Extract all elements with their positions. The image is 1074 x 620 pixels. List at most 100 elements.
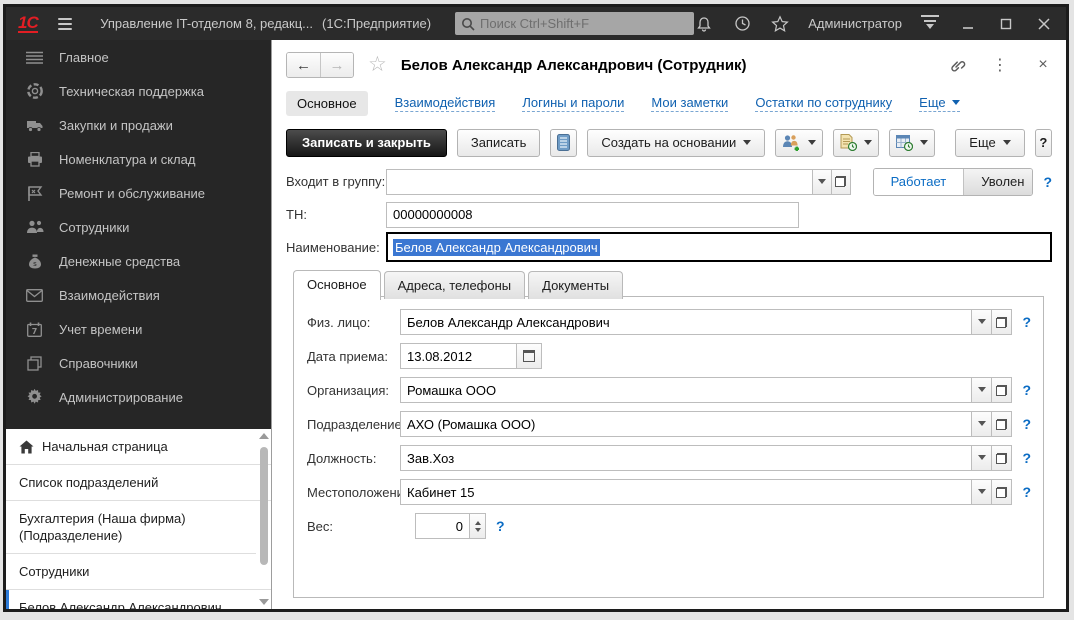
tab-dokumenty[interactable]: Документы [528, 271, 623, 299]
show-in-list-button[interactable] [550, 129, 577, 157]
close-form-icon[interactable]: × [1034, 56, 1052, 74]
position-open-button[interactable] [991, 445, 1012, 471]
save-close-button[interactable]: Записать и закрыть [286, 129, 447, 157]
envelope-icon [25, 286, 44, 304]
help-link[interactable]: ? [1022, 314, 1031, 330]
navlink-ostatki[interactable]: Остатки по сотруднику [755, 95, 892, 112]
help-link[interactable]: ? [496, 518, 505, 534]
organization-input[interactable] [400, 377, 972, 403]
link-icon[interactable] [948, 56, 966, 74]
position-input[interactable] [400, 445, 972, 471]
global-search[interactable] [455, 12, 694, 35]
location-open-button[interactable] [991, 479, 1012, 505]
sidebar-item-tehpodderzhka[interactable]: Техническая поддержка [6, 74, 271, 108]
service-menu-icon[interactable] [920, 15, 940, 33]
scroll-down-icon[interactable] [259, 599, 269, 605]
group-dropdown-button[interactable] [812, 169, 832, 195]
navlink-more[interactable]: Еще [919, 95, 959, 112]
tab-osnovnoe[interactable]: Основное [293, 270, 381, 300]
help-link[interactable]: ? [1022, 450, 1031, 466]
nav-item-sotrudniki[interactable]: Сотрудники [6, 554, 271, 590]
minimize-button[interactable] [958, 14, 978, 34]
sidebar-item-administrirovanie[interactable]: Администрирование [6, 380, 271, 414]
nav-item-belov-active[interactable]: Белов Александр Александрович (Сотрудник… [6, 590, 256, 609]
status-working-button[interactable]: Работает [874, 169, 964, 195]
report-schedule-button[interactable] [889, 129, 935, 157]
create-based-on-button[interactable]: Создать на основании [587, 129, 765, 157]
current-user[interactable]: Администратор [808, 16, 902, 31]
organization-dropdown-button[interactable] [971, 377, 992, 403]
group-input[interactable] [386, 169, 813, 195]
sidebar-item-denezhnye[interactable]: s Денежные средства [6, 244, 271, 278]
help-link[interactable]: ? [1022, 382, 1031, 398]
sidebar-item-glavnoe[interactable]: Главное [6, 40, 271, 74]
search-input[interactable] [480, 16, 688, 31]
navlink-vzaimodeystviya[interactable]: Взаимодействия [395, 95, 496, 112]
maximize-button[interactable] [996, 14, 1016, 34]
fizlico-input[interactable] [400, 309, 972, 335]
open-icon [996, 487, 1007, 498]
spin-up-icon[interactable] [475, 521, 481, 525]
scroll-thumb[interactable] [260, 447, 268, 565]
department-dropdown-button[interactable] [971, 411, 992, 437]
nav-item-home[interactable]: Начальная страница [6, 429, 271, 465]
help-button[interactable]: ? [1035, 129, 1052, 157]
nav-item-buhgalteriya[interactable]: Бухгалтерия (Наша фирма) (Подразделение) [6, 501, 256, 554]
sidebar-item-spravochniki[interactable]: Справочники [6, 346, 271, 380]
life-ring-icon [25, 82, 44, 100]
close-window-button[interactable] [1034, 14, 1054, 34]
sidebar-item-uchet-vremeni[interactable]: 7 Учет времени [6, 312, 271, 346]
help-link[interactable]: ? [1022, 416, 1031, 432]
sidebar-scrollbar[interactable] [259, 431, 269, 607]
sidebar-item-remont[interactable]: Ремонт и обслуживание [6, 176, 271, 210]
save-button[interactable]: Записать [457, 129, 541, 157]
hire-date-input[interactable] [400, 343, 517, 369]
nav-item-spisok-podrazdeleniy[interactable]: Список подразделений [6, 465, 271, 501]
back-button[interactable]: ← [287, 53, 320, 77]
location-input[interactable] [400, 479, 972, 505]
fizlico-dropdown-button[interactable] [971, 309, 992, 335]
main-menu-icon[interactable] [58, 18, 72, 30]
spin-down-icon[interactable] [475, 528, 481, 532]
navlink-osnovnoe[interactable]: Основное [286, 91, 368, 116]
navlink-moi-zametki[interactable]: Мои заметки [651, 95, 728, 112]
calendar-picker-button[interactable] [516, 343, 542, 369]
scroll-up-icon[interactable] [259, 433, 269, 439]
weight-stepper[interactable] [469, 513, 486, 539]
position-dropdown-button[interactable] [971, 445, 992, 471]
field-label: Местоположение: [307, 485, 400, 500]
form-header: ← → ☆ Белов Александр Александрович (Сот… [286, 49, 1052, 81]
more-button[interactable]: Еще [955, 129, 1024, 157]
status-fired-button[interactable]: Уволен [963, 169, 1033, 195]
tn-input[interactable] [386, 202, 799, 228]
department-open-button[interactable] [991, 411, 1012, 437]
name-selected-text: Белов Александр Александрович [393, 239, 600, 256]
name-input[interactable]: Белов Александр Александрович [386, 232, 1052, 262]
help-link[interactable]: ? [1043, 174, 1052, 190]
navlink-loginy-paroli[interactable]: Логины и пароли [522, 95, 624, 112]
sidebar-item-vzaimodeystviya[interactable]: Взаимодействия [6, 278, 271, 312]
organization-open-button[interactable] [991, 377, 1012, 403]
forward-button[interactable]: → [320, 53, 353, 77]
open-icon [996, 419, 1007, 430]
gear-icon [25, 388, 44, 406]
fizlico-open-button[interactable] [991, 309, 1012, 335]
location-dropdown-button[interactable] [971, 479, 992, 505]
help-link[interactable]: ? [1022, 484, 1031, 500]
task-document-button[interactable] [833, 129, 879, 157]
weight-input[interactable] [415, 513, 470, 539]
notifications-bell-icon[interactable] [694, 14, 714, 34]
history-icon[interactable] [732, 14, 752, 34]
department-input[interactable] [400, 411, 972, 437]
sidebar-item-sotrudniki[interactable]: Сотрудники [6, 210, 271, 244]
tab-adresa-telefony[interactable]: Адреса, телефоны [384, 271, 526, 299]
chevron-down-icon [808, 140, 816, 149]
more-dots-icon[interactable]: ⋮ [991, 56, 1009, 74]
favorites-star-icon[interactable] [770, 14, 790, 34]
group-open-button[interactable] [831, 169, 851, 195]
sidebar-item-zakupki[interactable]: Закупки и продажи [6, 108, 271, 142]
add-user-button[interactable] [775, 129, 823, 157]
favorite-star-icon[interactable]: ☆ [368, 55, 387, 75]
sidebar-item-nomenklatura[interactable]: Номенклатура и склад [6, 142, 271, 176]
app-window: 1С Управление IT-отделом 8, редакц... (1… [3, 4, 1069, 612]
